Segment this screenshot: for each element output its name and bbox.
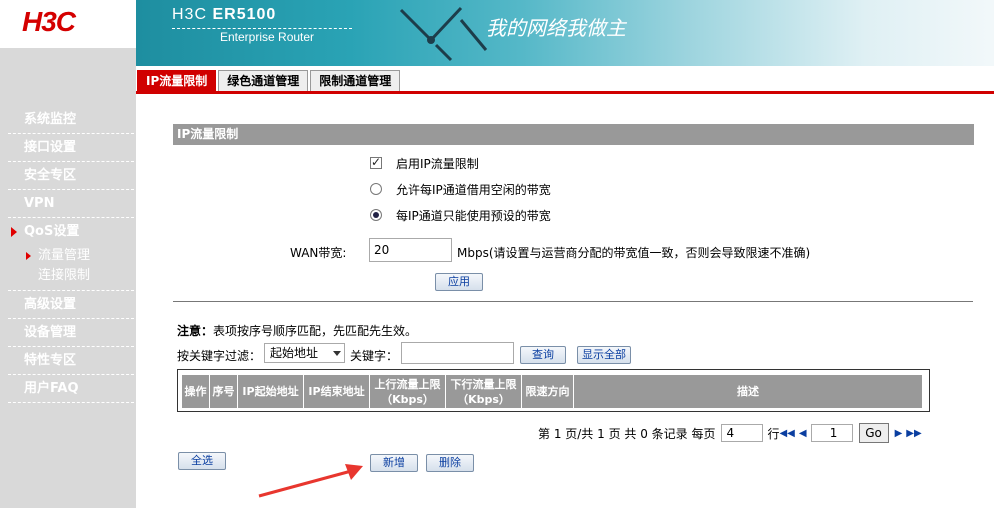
- enable-label: 启用IP流量限制: [396, 156, 479, 171]
- sidebar-subitem-traffic[interactable]: 流量管理: [8, 246, 134, 266]
- slogan: 我的网络我做主: [486, 16, 626, 40]
- router-graphic-icon: [399, 6, 488, 62]
- tab-limit-channel[interactable]: 限制通道管理: [310, 70, 401, 92]
- per-page-input[interactable]: 4: [721, 424, 764, 442]
- col-upload-limit: 上行流量上限 （Kbps）: [370, 375, 446, 408]
- col-end-ip: IP结束地址: [304, 375, 370, 408]
- pagination: 第 1 页/共 1 页 共 0 条记录 每页 4 行 ◀◀ ◀ 1 Go ▶ ▶…: [538, 423, 922, 443]
- go-button[interactable]: Go: [858, 423, 889, 443]
- apply-button[interactable]: 应用: [435, 273, 483, 291]
- rules-table: 操作 序号 IP起始地址 IP结束地址 上行流量上限 （Kbps） 下行流量上限（…: [177, 369, 930, 412]
- preset-row: 每IP通道只能使用预设的带宽: [370, 206, 551, 224]
- next-page-icon[interactable]: ▶: [895, 428, 903, 439]
- sidebar-item-system-monitor[interactable]: 系统监控: [8, 106, 134, 134]
- sidebar-item-security[interactable]: 安全专区: [8, 162, 134, 190]
- filter-label: 按关键字过滤：: [177, 349, 262, 363]
- wan-bandwidth-label: WAN带宽:: [290, 246, 347, 260]
- sidebar-item-interface[interactable]: 接口设置: [8, 134, 134, 162]
- product-rule: [172, 28, 352, 29]
- note-label: 注意：: [177, 324, 214, 338]
- add-new-button[interactable]: 新增: [370, 454, 418, 472]
- product-subtitle: Enterprise Router: [220, 30, 315, 44]
- logo-strip: [0, 48, 136, 66]
- qos-submenu: 流量管理 连接限制: [8, 246, 134, 291]
- last-page-icon[interactable]: ▶▶: [906, 428, 921, 439]
- preset-label: 每IP通道只能使用预设的带宽: [396, 208, 551, 223]
- show-all-button[interactable]: 显示全部: [577, 346, 631, 364]
- borrow-label: 允许每IP通道借用空闲的带宽: [396, 182, 551, 197]
- first-page-icon[interactable]: ◀◀: [779, 428, 794, 439]
- section-title: IP流量限制: [173, 124, 974, 145]
- note-text: 注意：表项按序号顺序匹配，先匹配先生效。: [177, 322, 417, 339]
- col-description: 描述: [574, 375, 922, 408]
- sidebar: 系统监控 接口设置 安全专区 VPN QoS设置 流量管理 连接限制 高级设置 …: [0, 66, 136, 508]
- tab-bar: IP流量限制 绿色通道管理 限制通道管理: [137, 70, 402, 92]
- pager-summary: 第 1 页/共 1 页 共 0 条记录 每页: [538, 426, 716, 441]
- keyword-input[interactable]: [401, 342, 514, 364]
- filter-selected-value: 起始地址: [270, 346, 319, 360]
- preset-radio[interactable]: [370, 209, 382, 221]
- product-model: ER5100: [212, 6, 277, 23]
- prev-page-icon[interactable]: ◀: [799, 428, 807, 439]
- borrow-row: 允许每IP通道借用空闲的带宽: [370, 180, 551, 198]
- delete-button[interactable]: 删除: [426, 454, 474, 472]
- wan-bandwidth-hint: Mbps(请设置与运营商分配的带宽值一致，否则会导致限速不准确): [457, 246, 811, 260]
- tab-underline: [136, 91, 994, 94]
- per-page-unit: 行: [767, 426, 780, 441]
- table-header-row: 操作 序号 IP起始地址 IP结束地址 上行流量上限 （Kbps） 下行流量上限（…: [182, 375, 922, 408]
- product-title: H3C ER5100 Enterprise Router: [172, 6, 314, 44]
- sidebar-item-device[interactable]: 设备管理: [8, 319, 134, 347]
- col-index: 序号: [210, 375, 238, 408]
- filter-field-select[interactable]: 起始地址: [264, 343, 345, 363]
- query-button[interactable]: 查询: [520, 346, 566, 364]
- borrow-radio[interactable]: [370, 183, 382, 195]
- h3c-logo: H3C: [22, 6, 76, 37]
- header-banner: H3C ER5100 Enterprise Router 我的网络我做主: [136, 0, 994, 66]
- col-direction: 限速方向: [522, 375, 574, 408]
- wan-bandwidth-input[interactable]: [369, 238, 452, 262]
- tab-green-channel[interactable]: 绿色通道管理: [218, 70, 309, 92]
- product-brand: H3C: [172, 6, 208, 23]
- col-operation: 操作: [182, 375, 210, 408]
- col-download-limit: 下行流量上限 （Kbps）: [446, 375, 522, 408]
- sidebar-item-advanced[interactable]: 高级设置: [8, 291, 134, 319]
- tab-ip-traffic-limit[interactable]: IP流量限制: [137, 70, 217, 92]
- annotation-arrow-icon: [258, 464, 363, 498]
- sidebar-subitem-connection-limit[interactable]: 连接限制: [8, 266, 134, 286]
- select-all-button[interactable]: 全选: [178, 452, 226, 470]
- keyword-label: 关键字：: [350, 349, 399, 363]
- enable-checkbox[interactable]: [370, 155, 382, 169]
- chevron-down-icon: [333, 351, 341, 356]
- divider: [173, 301, 973, 302]
- sidebar-item-features[interactable]: 特性专区: [8, 347, 134, 375]
- col-start-ip: IP起始地址: [238, 375, 304, 408]
- sidebar-item-faq[interactable]: 用户FAQ: [8, 375, 134, 403]
- sidebar-item-qos[interactable]: QoS设置: [8, 218, 134, 246]
- sidebar-item-vpn[interactable]: VPN: [8, 190, 134, 218]
- note-body: 表项按序号顺序匹配，先匹配先生效。: [213, 324, 418, 338]
- enable-row: 启用IP流量限制: [370, 154, 479, 172]
- page-number-input[interactable]: 1: [810, 424, 853, 442]
